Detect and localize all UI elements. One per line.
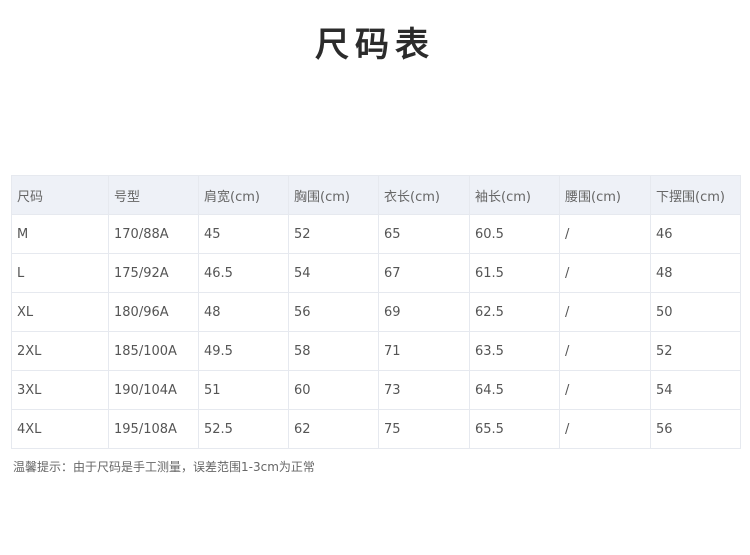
header-model: 号型 bbox=[108, 175, 199, 215]
table-cell: 54 bbox=[650, 370, 741, 410]
header-length: 衣长(cm) bbox=[378, 175, 470, 215]
table-row: M 170/88A 45 52 65 60.5 / 46 bbox=[11, 214, 741, 254]
table-cell: / bbox=[559, 370, 651, 410]
table-cell: 185/100A bbox=[108, 331, 199, 371]
table-cell: 180/96A bbox=[108, 292, 199, 332]
table-cell: 62.5 bbox=[469, 292, 560, 332]
table-cell: 3XL bbox=[11, 370, 109, 410]
table-cell: 52 bbox=[650, 331, 741, 371]
header-sleeve-length: 袖长(cm) bbox=[469, 175, 560, 215]
table-cell: / bbox=[559, 331, 651, 371]
table-cell: L bbox=[11, 253, 109, 293]
header-shoulder-width: 肩宽(cm) bbox=[198, 175, 289, 215]
table-cell: 58 bbox=[288, 331, 379, 371]
table-row: 3XL 190/104A 51 60 73 64.5 / 54 bbox=[11, 370, 741, 410]
table-cell: 65.5 bbox=[469, 409, 560, 449]
table-cell: 4XL bbox=[11, 409, 109, 449]
table-cell: 46.5 bbox=[198, 253, 289, 293]
table-cell: 45 bbox=[198, 214, 289, 254]
table-cell: 51 bbox=[198, 370, 289, 410]
table-row: 2XL 185/100A 49.5 58 71 63.5 / 52 bbox=[11, 331, 741, 371]
table-cell: 170/88A bbox=[108, 214, 199, 254]
table-cell: 73 bbox=[378, 370, 470, 410]
table-cell: 49.5 bbox=[198, 331, 289, 371]
table-cell: 64.5 bbox=[469, 370, 560, 410]
table-cell: 48 bbox=[198, 292, 289, 332]
measurement-note: 温馨提示：由于尺码是手工测量，误差范围1-3cm为正常 bbox=[13, 460, 315, 474]
table-cell: XL bbox=[11, 292, 109, 332]
table-cell: 69 bbox=[378, 292, 470, 332]
table-cell: / bbox=[559, 214, 651, 254]
table-cell: 52 bbox=[288, 214, 379, 254]
header-hem: 下摆围(cm) bbox=[650, 175, 741, 215]
page-title: 尺码表 bbox=[315, 25, 435, 65]
header-waist: 腰围(cm) bbox=[559, 175, 651, 215]
table-cell: 71 bbox=[378, 331, 470, 371]
table-cell: 195/108A bbox=[108, 409, 199, 449]
table-cell: 56 bbox=[650, 409, 741, 449]
table-cell: 52.5 bbox=[198, 409, 289, 449]
table-header-row: 尺码 号型 肩宽(cm) 胸围(cm) 衣长(cm) 袖长(cm) 腰围(cm)… bbox=[11, 175, 741, 215]
table-cell: 67 bbox=[378, 253, 470, 293]
table-cell: 63.5 bbox=[469, 331, 560, 371]
table-cell: / bbox=[559, 253, 651, 293]
table-cell: 60 bbox=[288, 370, 379, 410]
table-cell: 190/104A bbox=[108, 370, 199, 410]
table-cell: M bbox=[11, 214, 109, 254]
table-cell: 62 bbox=[288, 409, 379, 449]
header-chest: 胸围(cm) bbox=[288, 175, 379, 215]
table-row: XL 180/96A 48 56 69 62.5 / 50 bbox=[11, 292, 741, 332]
size-chart-table: 尺码 号型 肩宽(cm) 胸围(cm) 衣长(cm) 袖长(cm) 腰围(cm)… bbox=[11, 175, 741, 449]
table-cell: / bbox=[559, 409, 651, 449]
table-cell: 175/92A bbox=[108, 253, 199, 293]
header-size: 尺码 bbox=[11, 175, 109, 215]
table-cell: 46 bbox=[650, 214, 741, 254]
table-cell: / bbox=[559, 292, 651, 332]
table-cell: 61.5 bbox=[469, 253, 560, 293]
table-row: 4XL 195/108A 52.5 62 75 65.5 / 56 bbox=[11, 409, 741, 449]
table-cell: 56 bbox=[288, 292, 379, 332]
table-cell: 60.5 bbox=[469, 214, 560, 254]
table-cell: 75 bbox=[378, 409, 470, 449]
table-cell: 65 bbox=[378, 214, 470, 254]
table-cell: 54 bbox=[288, 253, 379, 293]
table-cell: 50 bbox=[650, 292, 741, 332]
table-cell: 48 bbox=[650, 253, 741, 293]
table-row: L 175/92A 46.5 54 67 61.5 / 48 bbox=[11, 253, 741, 293]
table-cell: 2XL bbox=[11, 331, 109, 371]
